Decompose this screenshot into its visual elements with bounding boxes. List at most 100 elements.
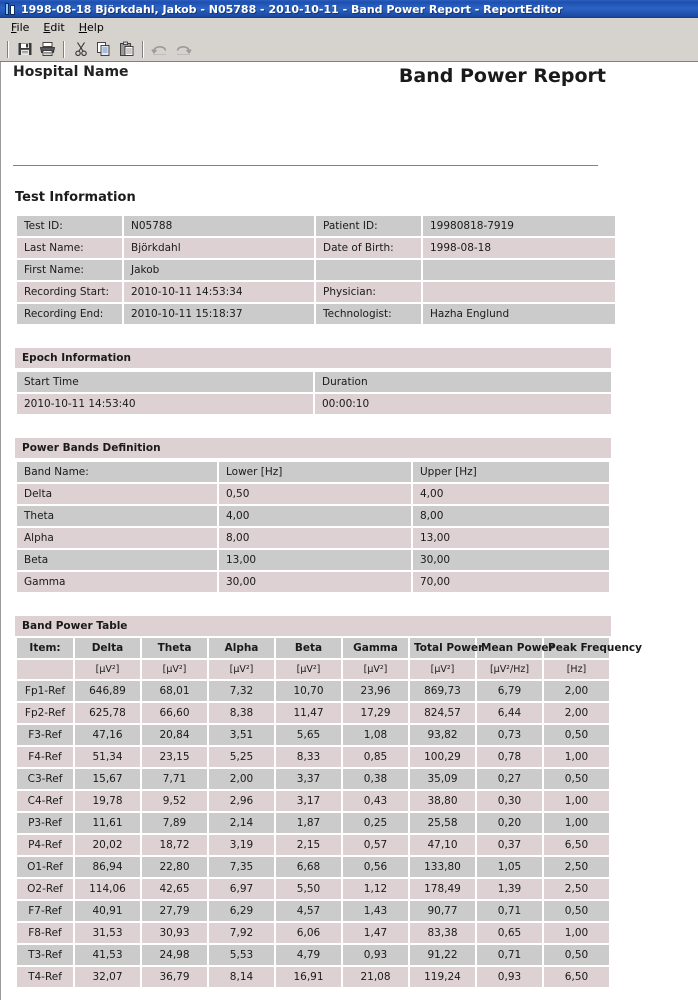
band-power-cell: 3,37 <box>276 769 341 790</box>
menu-file[interactable]: File <box>4 19 36 36</box>
test-information-table: Test ID: N05788 Patient ID: 19980818-7919 La… <box>15 214 617 326</box>
band-power-cell: 27,79 <box>142 901 207 922</box>
test-info-value <box>423 260 615 280</box>
table-row: T4-Ref 32,07 36,79 8,14 16,91 21,08 119,24 0,93… <box>17 967 609 988</box>
undo-button[interactable] <box>148 38 171 60</box>
band-power-cell: 18,72 <box>142 835 207 856</box>
band-power-column-header: Peak Frequency <box>544 638 642 659</box>
band-power-cell: 6,97 <box>209 879 274 900</box>
band-power-cell: 8,14 <box>209 967 274 988</box>
table-row: Theta 4,00 8,00 <box>17 506 609 526</box>
power-band-cell: 13,00 <box>219 550 411 570</box>
band-power-cell: 7,92 <box>209 923 274 944</box>
band-power-column-header: Beta <box>276 638 341 659</box>
band-power-cell: 0,50 <box>544 945 609 966</box>
band-power-cell: 2,96 <box>209 791 274 812</box>
band-power-cell: 0,37 <box>477 835 542 856</box>
band-power-cell: 5,50 <box>276 879 341 900</box>
cut-button[interactable] <box>69 38 92 60</box>
band-power-unit <box>17 660 73 680</box>
power-band-cell: Gamma <box>17 572 217 592</box>
report-title: Band Power Report <box>398 65 606 87</box>
menu-help-rest: elp <box>87 21 104 34</box>
band-power-cell: 36,79 <box>142 967 207 988</box>
band-power-cell: 6,68 <box>276 857 341 878</box>
band-power-cell: 1,05 <box>477 857 542 878</box>
band-power-cell: 1,00 <box>544 747 609 768</box>
menu-edit[interactable]: Edit <box>36 19 71 36</box>
band-power-cell: 30,93 <box>142 923 207 944</box>
band-power-item: F4-Ref <box>17 747 73 768</box>
copy-button[interactable] <box>92 38 115 60</box>
band-power-unit: [µV²] <box>343 660 408 680</box>
test-info-label: Test ID: <box>17 216 122 236</box>
menu-help[interactable]: Help <box>72 19 111 36</box>
band-power-cell: 0,50 <box>544 725 609 746</box>
band-power-cell: 23,96 <box>343 681 408 702</box>
band-power-cell: 8,33 <box>276 747 341 768</box>
power-band-cell: 13,00 <box>413 528 609 548</box>
band-power-cell: 0,65 <box>477 923 542 944</box>
band-power-cell: 3,17 <box>276 791 341 812</box>
test-info-value: 2010-10-11 15:18:37 <box>124 304 314 324</box>
band-power-item: F3-Ref <box>17 725 73 746</box>
table-row: Delta 0,50 4,00 <box>17 484 609 504</box>
band-power-item: Fp1-Ref <box>17 681 73 702</box>
test-info-value: Jakob <box>124 260 314 280</box>
band-power-column-header: Gamma <box>343 638 408 659</box>
band-power-cell: 6,50 <box>544 835 609 856</box>
band-power-cell: 47,16 <box>75 725 140 746</box>
test-info-value: 2010-10-11 14:53:34 <box>124 282 314 302</box>
band-power-cell: 31,53 <box>75 923 140 944</box>
print-button[interactable] <box>36 38 59 60</box>
epoch-column-header: Duration <box>315 372 611 392</box>
power-band-cell: 0,50 <box>219 484 411 504</box>
band-power-unit: [µV²] <box>75 660 140 680</box>
report-document[interactable]: Hospital Name Band Power Report Test Inf… <box>0 62 698 1000</box>
test-info-value: N05788 <box>124 216 314 236</box>
band-power-cell: 625,78 <box>75 703 140 724</box>
band-power-cell: 869,73 <box>410 681 475 702</box>
save-button[interactable] <box>13 38 36 60</box>
band-power-cell: 1,87 <box>276 813 341 834</box>
paste-button[interactable] <box>115 38 138 60</box>
test-info-value: 1998-08-18 <box>423 238 615 258</box>
test-info-label: First Name: <box>17 260 122 280</box>
band-power-cell: 0,50 <box>544 901 609 922</box>
band-power-cell: 10,70 <box>276 681 341 702</box>
band-power-cell: 19,78 <box>75 791 140 812</box>
band-power-cell: 5,53 <box>209 945 274 966</box>
test-info-label: Date of Birth: <box>316 238 421 258</box>
band-power-cell: 0,27 <box>477 769 542 790</box>
band-power-cell: 5,25 <box>209 747 274 768</box>
band-power-item: O2-Ref <box>17 879 73 900</box>
band-power-cell: 7,35 <box>209 857 274 878</box>
band-power-cell: 2,00 <box>209 769 274 790</box>
band-power-cell: 0,78 <box>477 747 542 768</box>
power-band-cell: 30,00 <box>413 550 609 570</box>
redo-button[interactable] <box>171 38 194 60</box>
power-band-column-header: Band Name: <box>17 462 217 482</box>
band-power-unit: [µV²] <box>276 660 341 680</box>
table-row: T3-Ref 41,53 24,98 5,53 4,79 0,93 91,22 0,71 0,5… <box>17 945 609 966</box>
band-power-cell: 3,51 <box>209 725 274 746</box>
band-power-cell: 1,12 <box>343 879 408 900</box>
table-row: Recording End: 2010-10-11 15:18:37 Technol… <box>17 304 615 324</box>
test-info-label: Patient ID: <box>316 216 421 236</box>
power-band-cell: 4,00 <box>413 484 609 504</box>
band-power-column-header: Item: <box>17 638 73 659</box>
table-row: C3-Ref 15,67 7,71 2,00 3,37 0,38 35,09 0,27 0,50 <box>17 769 609 790</box>
table-row: Test ID: N05788 Patient ID: 19980818-7919 <box>17 216 615 236</box>
band-power-cell: 20,02 <box>75 835 140 856</box>
band-power-cell: 5,65 <box>276 725 341 746</box>
band-power-cell: 22,80 <box>142 857 207 878</box>
band-power-cell: 0,85 <box>343 747 408 768</box>
band-power-cell: 178,49 <box>410 879 475 900</box>
hospital-name: Hospital Name <box>13 64 129 80</box>
band-power-cell: 47,10 <box>410 835 475 856</box>
power-band-cell: Alpha <box>17 528 217 548</box>
band-power-cell: 68,01 <box>142 681 207 702</box>
band-power-cell: 0,56 <box>343 857 408 878</box>
band-power-cell: 4,79 <box>276 945 341 966</box>
test-info-label <box>316 260 421 280</box>
